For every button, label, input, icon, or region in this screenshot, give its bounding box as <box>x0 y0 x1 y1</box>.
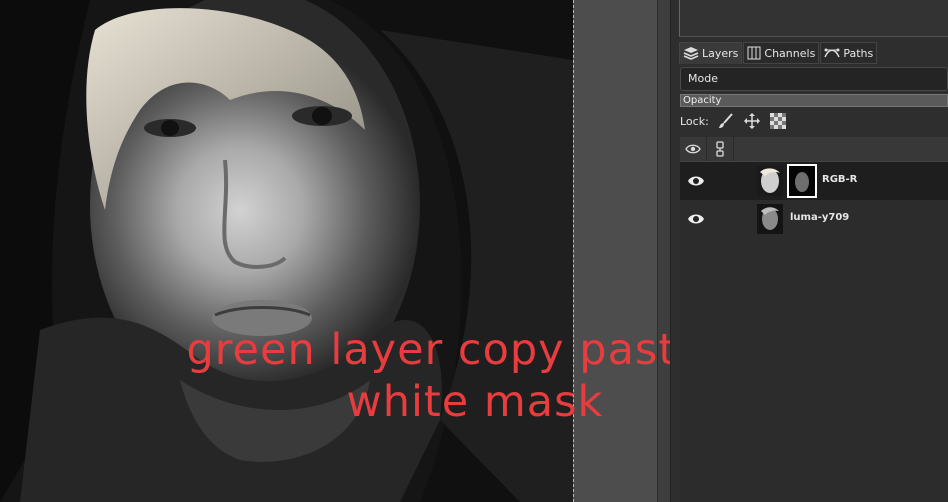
layer-thumbnail-image <box>757 166 783 196</box>
checkerboard-icon <box>769 113 786 129</box>
channels-icon <box>747 46 761 60</box>
layer-row-luma-y709[interactable]: luma-y709 <box>680 200 948 238</box>
eye-icon <box>688 214 704 224</box>
tab-channels-label: Channels <box>764 46 816 60</box>
dock-grip[interactable] <box>679 0 680 36</box>
tab-paths[interactable]: Paths <box>820 42 878 64</box>
lock-alpha-button[interactable] <box>769 112 787 130</box>
header-visibility[interactable] <box>680 137 707 161</box>
tab-layers-label: Layers <box>702 46 739 60</box>
lock-pixels-button[interactable] <box>717 112 735 130</box>
paths-icon <box>824 48 840 58</box>
layer-mask-image <box>789 166 815 196</box>
tab-layers[interactable]: Layers <box>679 42 743 64</box>
lock-row: Lock: <box>680 111 787 131</box>
layer-mask-thumbnail[interactable] <box>787 164 817 198</box>
layers-icon <box>683 47 699 60</box>
layer-row-rgb-r[interactable]: RGB-R <box>680 162 948 200</box>
layer-thumbnail-image <box>757 204 783 234</box>
dock-tabs: Layers Channels Paths <box>679 42 878 64</box>
move-arrows-icon <box>743 113 760 129</box>
layer-name[interactable]: RGB-R <box>822 174 857 185</box>
header-chain[interactable] <box>707 137 734 161</box>
tab-channels[interactable]: Channels <box>743 42 820 64</box>
layer-thumbnail[interactable] <box>757 166 783 196</box>
layer-name[interactable]: luma-y709 <box>790 212 849 223</box>
layer-list: RGB-R luma-y709 <box>680 137 948 502</box>
lock-label: Lock: <box>680 114 709 128</box>
layer-visibility-toggle[interactable] <box>686 172 706 190</box>
eye-icon <box>688 176 704 186</box>
layer-thumbnail[interactable] <box>757 204 783 234</box>
tab-paths-label: Paths <box>843 46 874 60</box>
dock-top-area <box>679 0 948 37</box>
lock-position-button[interactable] <box>743 112 761 130</box>
chain-link-icon <box>716 141 724 157</box>
visibility-eye-icon <box>685 144 701 154</box>
layer-list-header <box>680 137 948 162</box>
mode-dropdown[interactable]: Mode <box>680 67 948 91</box>
paint-brush-icon <box>718 113 733 128</box>
layer-visibility-toggle[interactable] <box>686 210 706 228</box>
opacity-slider[interactable]: Opacity <box>680 94 948 107</box>
